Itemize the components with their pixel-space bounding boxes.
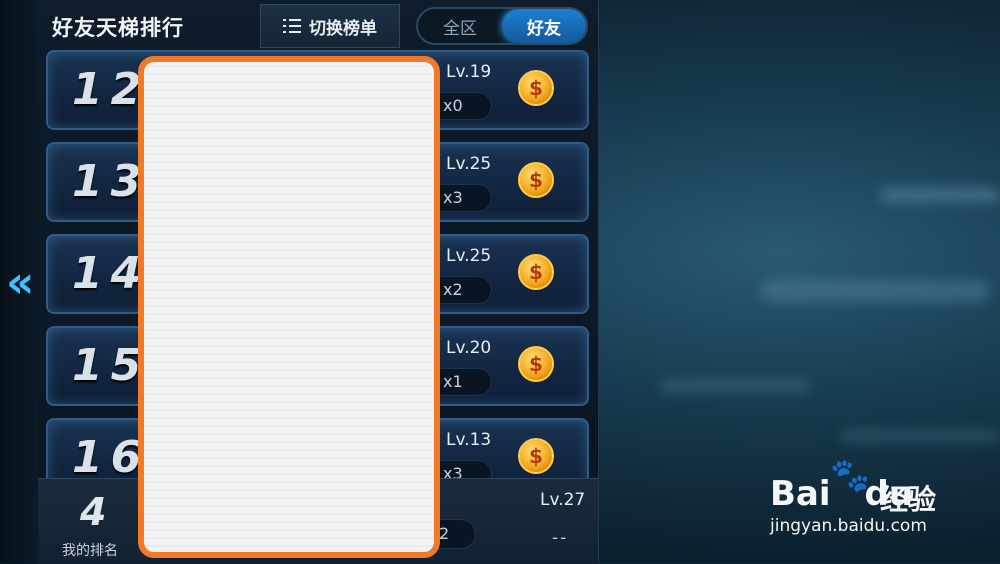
back-chevron-icon[interactable]: «	[6, 258, 34, 308]
switch-list-button[interactable]: 切换榜单	[260, 4, 400, 48]
player-level: Lv.20	[446, 338, 492, 358]
tab-friends[interactable]: 好友	[502, 9, 586, 43]
baidu-watermark: Bai du 🐾 经验 jingyan.baidu.com	[770, 456, 990, 546]
gold-badge-icon: $	[518, 438, 554, 474]
player-level: Lv.13	[446, 430, 492, 450]
scope-toggle: 全区 好友	[416, 7, 588, 45]
paw-icon: 🐾	[830, 456, 870, 494]
switch-list-label: 切换榜单	[309, 18, 377, 39]
watermark-url: jingyan.baidu.com	[770, 516, 927, 536]
player-level: Lv.25	[446, 154, 492, 174]
gold-badge-icon: $	[518, 346, 554, 382]
list-icon	[283, 19, 301, 33]
gold-badge-icon: $	[518, 254, 554, 290]
watermark-brand: 经验	[880, 483, 937, 516]
my-extra: --	[552, 528, 569, 548]
my-level: Lv.27	[540, 490, 586, 510]
player-level: Lv.25	[446, 246, 492, 266]
player-level: Lv.19	[446, 62, 492, 82]
gold-badge-icon: $	[518, 162, 554, 198]
my-rank-number: 4	[80, 490, 107, 534]
my-rank-label: 我的排名	[62, 543, 118, 559]
gold-badge-icon: $	[518, 70, 554, 106]
redaction-overlay	[138, 56, 440, 558]
tab-all-region[interactable]: 全区	[418, 9, 502, 43]
page-title: 好友天梯排行	[52, 16, 184, 40]
